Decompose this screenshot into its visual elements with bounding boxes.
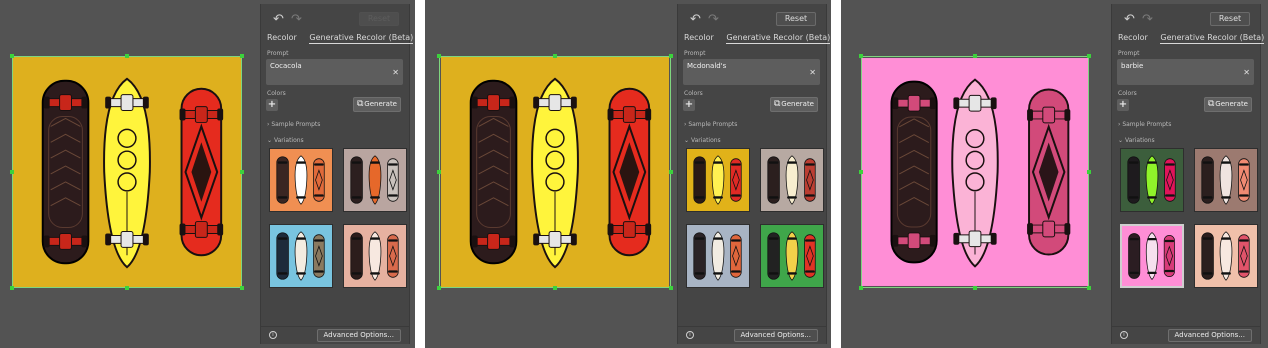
sample-prompts-toggle[interactable]: › Sample Prompts (267, 121, 320, 128)
variation-thumbnail[interactable] (1194, 148, 1258, 212)
tab-generative-recolor[interactable]: Generative Recolor (Beta) (309, 33, 414, 44)
variation-thumbnail[interactable] (686, 148, 750, 212)
artboard[interactable] (439, 56, 671, 288)
artboard-art (13, 57, 241, 287)
variation-thumbnail[interactable] (343, 224, 407, 288)
variation-thumbnail[interactable] (269, 148, 333, 212)
tab-generative-recolor[interactable]: Generative Recolor (Beta) (726, 33, 831, 44)
prompt-input[interactable]: Cocacola ✕ (266, 59, 403, 85)
colors-label: Colors (684, 90, 703, 97)
tab-generative-recolor[interactable]: Generative Recolor (Beta) (1160, 33, 1265, 44)
variations-toggle[interactable]: ⌄ Variations (684, 137, 721, 144)
thumb-longboard (767, 232, 780, 280)
advanced-options-button[interactable]: Advanced Options... (733, 329, 818, 342)
recolor-panel: ↶ ↷ Reset Recolor Generative Recolor (Be… (1111, 4, 1265, 344)
reset-button[interactable]: Reset (1210, 12, 1250, 26)
variation-thumbnail-selected[interactable] (1120, 224, 1184, 288)
clear-icon[interactable]: ✕ (809, 68, 816, 77)
variation-thumbnail[interactable] (760, 224, 824, 288)
colors-label: Colors (1118, 90, 1137, 97)
generate-icon: ⧉ (774, 99, 781, 109)
thumb-longboard (693, 232, 706, 280)
prompt-value: barbie (1121, 62, 1144, 70)
thumb-longboard (1127, 156, 1140, 204)
colors-label: Colors (267, 90, 286, 97)
thumb-longboard (1201, 156, 1214, 204)
variation-thumbnail[interactable] (1120, 148, 1184, 212)
generate-button[interactable]: ⧉ Generate (770, 97, 818, 112)
variation-thumbnail[interactable] (760, 148, 824, 212)
add-color-button[interactable]: + (683, 99, 695, 111)
prompt-input[interactable]: Mcdonald's ✕ (683, 59, 820, 85)
thumb-longboard (276, 156, 289, 204)
variations-toggle[interactable]: ⌄ Variations (267, 137, 304, 144)
generate-icon: ⧉ (357, 99, 364, 109)
tab-recolor[interactable]: Recolor (1118, 33, 1148, 42)
clear-icon[interactable]: ✕ (1243, 68, 1250, 77)
info-icon[interactable]: i (686, 331, 694, 339)
artboard[interactable] (861, 56, 1089, 288)
generate-icon: ⧉ (1208, 99, 1215, 109)
add-color-button[interactable]: + (266, 99, 278, 111)
thumb-longboard (350, 156, 363, 204)
tab-recolor[interactable]: Recolor (684, 33, 714, 42)
generate-button[interactable]: ⧉ Generate (353, 97, 401, 112)
redo-icon[interactable]: ↷ (708, 13, 719, 26)
undo-icon[interactable]: ↶ (690, 13, 701, 26)
variation-thumbnail[interactable] (686, 224, 750, 288)
variations-toggle[interactable]: ⌄ Variations (1118, 137, 1155, 144)
variation-thumbnail[interactable] (343, 148, 407, 212)
prompt-label: Prompt (1118, 50, 1140, 57)
redo-icon[interactable]: ↷ (291, 13, 302, 26)
screenshot-3: ↶ ↷ Reset Recolor Generative Recolor (Be… (841, 0, 1268, 348)
info-icon[interactable]: i (1120, 331, 1128, 339)
thumb-longboard (1201, 232, 1214, 280)
thumb-longboard (693, 156, 706, 204)
undo-icon[interactable]: ↶ (1124, 13, 1135, 26)
tab-recolor[interactable]: Recolor (267, 33, 297, 42)
undo-icon[interactable]: ↶ (273, 13, 284, 26)
variation-thumbnail[interactable] (269, 224, 333, 288)
variation-thumbnail[interactable] (1194, 224, 1258, 288)
screenshot-1: ↶ ↷ Reset Recolor Generative Recolor (Be… (0, 0, 415, 348)
sample-prompts-toggle[interactable]: › Sample Prompts (1118, 121, 1171, 128)
artboard[interactable] (12, 56, 242, 288)
artboard-art (440, 57, 670, 287)
screenshot-2: ↶ ↷ Reset Recolor Generative Recolor (Be… (425, 0, 831, 348)
reset-button[interactable]: Reset (776, 12, 816, 26)
thumb-longboard (350, 232, 363, 280)
artboard-art (862, 58, 1088, 286)
advanced-options-button[interactable]: Advanced Options... (1167, 329, 1252, 342)
prompt-input[interactable]: barbie ✕ (1117, 59, 1254, 85)
prompt-label: Prompt (684, 50, 706, 57)
info-icon[interactable]: i (269, 331, 277, 339)
thumb-longboard (767, 156, 780, 204)
generate-button[interactable]: ⧉ Generate (1204, 97, 1252, 112)
redo-icon[interactable]: ↷ (1142, 13, 1153, 26)
sample-prompts-toggle[interactable]: › Sample Prompts (684, 121, 737, 128)
recolor-panel: ↶ ↷ Reset Recolor Generative Recolor (Be… (260, 4, 414, 344)
recolor-panel: ↶ ↷ Reset Recolor Generative Recolor (Be… (677, 4, 831, 344)
advanced-options-button[interactable]: Advanced Options... (316, 329, 401, 342)
add-color-button[interactable]: + (1117, 99, 1129, 111)
prompt-value: Mcdonald's (687, 62, 727, 70)
prompt-label: Prompt (267, 50, 289, 57)
clear-icon[interactable]: ✕ (392, 68, 399, 77)
reset-button[interactable]: Reset (359, 12, 399, 26)
thumb-longboard (276, 232, 289, 280)
prompt-value: Cocacola (270, 62, 302, 70)
